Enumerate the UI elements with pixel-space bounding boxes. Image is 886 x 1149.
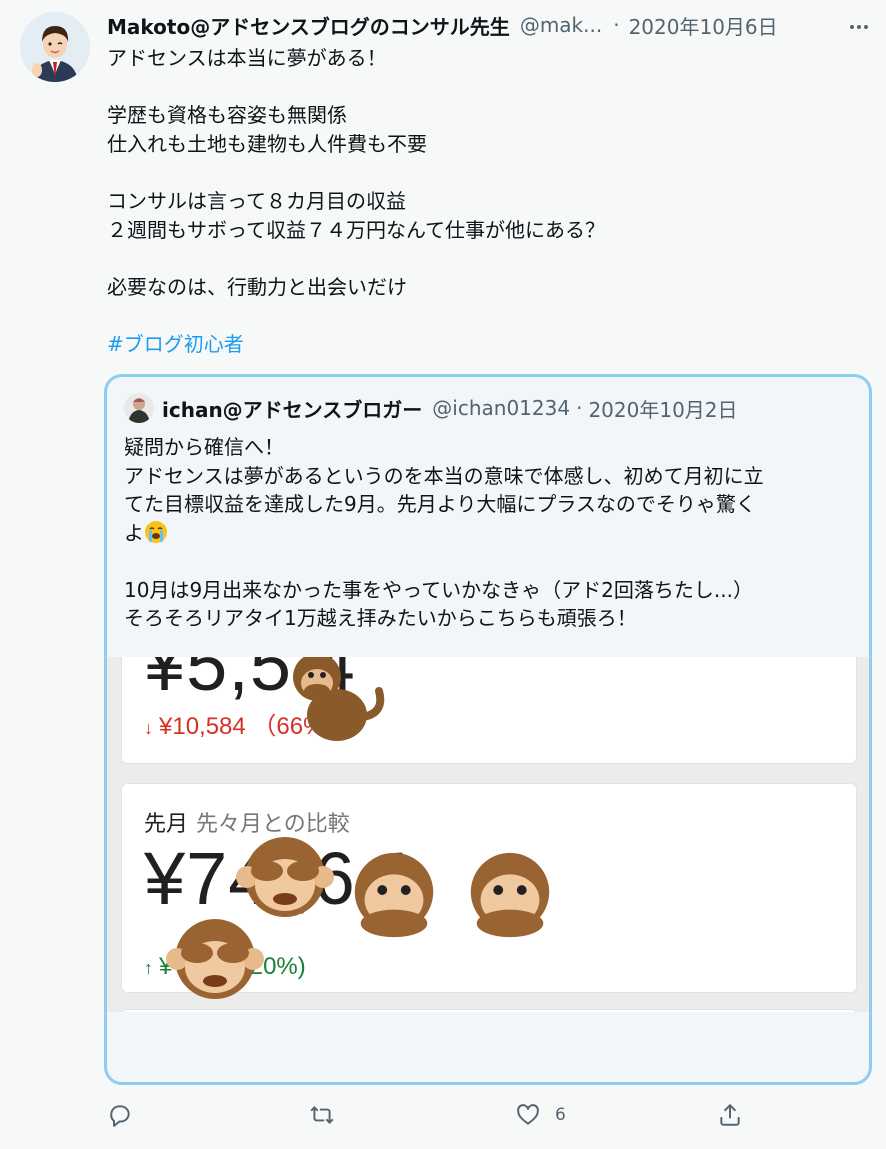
tweet-date[interactable]: 2020年10月6日 xyxy=(629,11,778,40)
quote-author-handle: @ichan01234 xyxy=(432,396,571,420)
separator-dot: · xyxy=(576,396,583,420)
retweet-button[interactable] xyxy=(309,1098,349,1132)
tweet-line: 仕入れも土地も建物も人件費も不要 xyxy=(107,131,427,156)
share-button[interactable] xyxy=(717,1098,743,1132)
hashtag-link[interactable]: #ブログ初心者 xyxy=(107,332,244,356)
up-arrow-icon: ↑ xyxy=(144,958,153,978)
earnings-card-partial xyxy=(121,1009,857,1012)
quote-header: ichan@アドセンスブロガー @ichan01234 · 2020年10月2日 xyxy=(124,391,738,425)
tweet-line: ２週間もサボって収益７４万円なんて仕事が他にある？ xyxy=(107,217,605,242)
quote-avatar xyxy=(124,393,154,423)
down-arrow-icon: ↓ xyxy=(144,718,153,738)
quote-text: 疑問から確信へ！ アドセンスは夢があるというのを本当の意味で体感し、初めて月初に… xyxy=(124,433,864,633)
quote-line: 疑問から確信へ！ xyxy=(124,435,284,459)
reply-button[interactable] xyxy=(107,1098,147,1132)
tweet-line: コンサルは言って８カ月目の収益 xyxy=(107,188,406,213)
hear-no-evil-monkey-emoji xyxy=(470,852,550,938)
like-icon xyxy=(517,1104,539,1125)
more-button[interactable] xyxy=(844,12,874,42)
speak-no-evil-monkey-emoji xyxy=(293,657,385,741)
reply-icon xyxy=(110,1105,130,1127)
like-button[interactable]: 6 xyxy=(515,1098,566,1132)
tweet-header: Makoto@アドセンスブログのコンサル先生 @mak... · 2020年10… xyxy=(107,10,847,40)
quote-line: 10月は9月出来なかった事をやっていかなきゃ（アド2回落ちたし...） xyxy=(124,577,753,602)
quote-line: てた目標収益を達成した9月。先月より大幅にプラスなのでそりゃ驚く xyxy=(124,492,756,516)
hear-no-evil-monkey-emoji xyxy=(354,852,434,938)
tweet-line: 学歴も資格も容姿も無関係 xyxy=(107,103,347,128)
author-name[interactable]: Makoto@アドセンスブログのコンサル先生 xyxy=(107,11,510,40)
tweet: Makoto@アドセンスブログのコンサル先生 @mak... · 2020年10… xyxy=(0,0,886,1149)
quote-date: 2020年10月2日 xyxy=(588,397,738,422)
more-icon xyxy=(850,25,868,29)
separator-dot: · xyxy=(613,13,620,37)
tweet-line: アドセンスは本当に夢がある！ xyxy=(107,46,387,70)
quote-line: アドセンスは夢があるというのを本当の意味で体感し、初めて月初に立 xyxy=(124,463,764,488)
quote-line: よ xyxy=(124,520,144,545)
crying-face-emoji xyxy=(145,520,167,543)
earnings-card-today: ¥5,5 4 ↓ ¥10,584 （66%) xyxy=(121,657,857,764)
like-count: 6 xyxy=(555,1105,566,1125)
card-title: 先月 xyxy=(144,812,189,837)
quote-image[interactable]: ¥5,5 4 ↓¥10,584 （66%) 先月先々月との比較 ¥74 ,6 1… xyxy=(107,657,869,1012)
share-icon xyxy=(720,1103,740,1126)
tweet-line: 必要なのは、行動力と出会いだけ xyxy=(107,274,407,299)
quote-author-name: ichan@アドセンスブロガー xyxy=(162,397,423,422)
quote-line: そろそろリアタイ1万越え拝みたいからこちらも頑張ろ！ xyxy=(124,606,637,630)
retweet-icon xyxy=(310,1106,334,1124)
author-handle[interactable]: @mak... xyxy=(520,13,602,37)
quoted-tweet[interactable]: ichan@アドセンスブロガー @ichan01234 · 2020年10月2日… xyxy=(104,374,872,1085)
tweet-text: アドセンスは本当に夢がある！ 学歴も資格も容姿も無関係 仕入れも土地も建物も人件… xyxy=(107,44,857,359)
tweet-actions: 6 xyxy=(107,1098,767,1132)
author-avatar[interactable] xyxy=(20,12,90,82)
see-no-evil-monkey-emoji xyxy=(166,919,264,999)
